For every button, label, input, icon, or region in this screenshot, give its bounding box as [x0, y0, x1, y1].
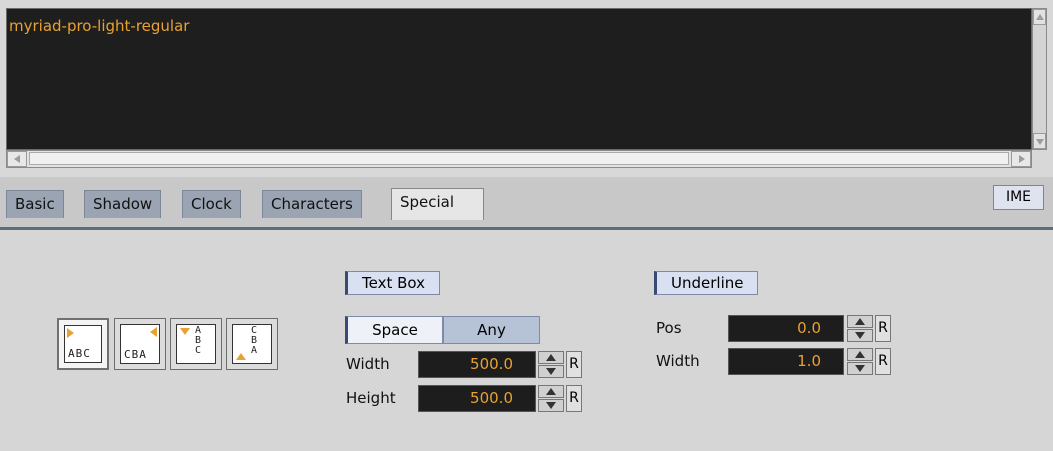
underline-pos-input[interactable]: 0.0	[728, 315, 844, 342]
tab-special[interactable]: Special	[391, 188, 484, 220]
underline-width-spinner[interactable]	[847, 348, 873, 375]
tab-clock[interactable]: Clock	[182, 190, 241, 218]
mode-any-button[interactable]: Any	[443, 316, 540, 344]
textbox-height-reset-button[interactable]: R	[566, 385, 582, 412]
textbox-height-label: Height	[346, 389, 396, 407]
textbox-width-reset-button[interactable]: R	[566, 351, 582, 378]
direction-ltr-button[interactable]: ABC	[57, 318, 109, 370]
horizontal-scrollbar[interactable]	[6, 150, 1032, 168]
ime-button[interactable]: IME	[993, 185, 1044, 210]
underline-pos-reset-button[interactable]: R	[875, 315, 891, 342]
textbox-width-label: Width	[346, 355, 390, 373]
direction-rtl-button[interactable]: CBA	[114, 318, 166, 370]
textbox-width-spinner[interactable]	[538, 351, 564, 378]
underline-width-reset-button[interactable]: R	[875, 348, 891, 375]
scrollbar-thumb[interactable]	[29, 152, 1009, 165]
increment-icon[interactable]	[538, 351, 564, 364]
direction-ttb-icon: ABC	[176, 324, 216, 364]
increment-icon[interactable]	[538, 385, 564, 398]
underline-label: Underline	[654, 271, 759, 295]
decrement-icon[interactable]	[847, 329, 873, 342]
textbox-height-spinner[interactable]	[538, 385, 564, 412]
arrow-left-icon	[14, 155, 20, 163]
arrow-right-icon	[1019, 155, 1025, 163]
decrement-icon[interactable]	[538, 365, 564, 378]
textbox-height-input[interactable]: 500.0	[418, 385, 536, 412]
increment-icon[interactable]	[847, 348, 873, 361]
arrow-down-icon	[1036, 139, 1044, 145]
tab-shadow[interactable]: Shadow	[84, 190, 162, 218]
decrement-icon[interactable]	[538, 399, 564, 412]
direction-rtl-icon: CBA	[120, 324, 160, 364]
tab-characters[interactable]: Characters	[262, 190, 362, 218]
underline-width-label: Width	[656, 352, 700, 370]
direction-ttb-button[interactable]: ABC	[170, 318, 222, 370]
arrow-up-icon	[1036, 14, 1044, 20]
underline-width-input[interactable]: 1.0	[728, 348, 844, 375]
mode-space-button[interactable]: Space	[345, 316, 443, 344]
vertical-scrollbar[interactable]	[1032, 8, 1047, 150]
scroll-down-button[interactable]	[1033, 133, 1046, 149]
direction-btt-icon: CBA	[232, 324, 272, 364]
scroll-up-button[interactable]	[1033, 9, 1046, 25]
underline-pos-label: Pos	[656, 319, 682, 337]
editor-text: myriad-pro-light-regular	[9, 17, 190, 35]
scroll-left-button[interactable]	[7, 151, 27, 167]
textbox-width-input[interactable]: 500.0	[418, 351, 536, 378]
tab-bar: Basic Shadow Clock Characters Special	[0, 177, 1053, 227]
direction-btt-button[interactable]: CBA	[226, 318, 278, 370]
underline-pos-spinner[interactable]	[847, 315, 873, 342]
direction-ltr-icon: ABC	[64, 325, 102, 363]
decrement-icon[interactable]	[847, 362, 873, 375]
increment-icon[interactable]	[847, 315, 873, 328]
tab-basic[interactable]: Basic	[6, 190, 64, 218]
text-box-label: Text Box	[345, 271, 440, 295]
scroll-right-button[interactable]	[1011, 151, 1031, 167]
